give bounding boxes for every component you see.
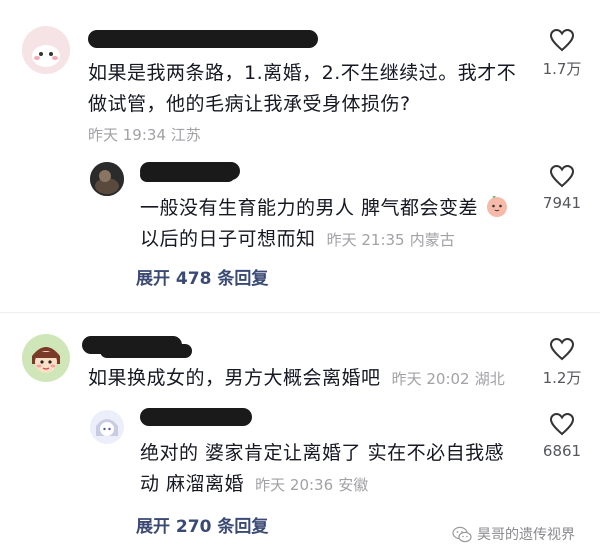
- reply-time: 昨天 21:35: [326, 231, 405, 249]
- reply-time: 昨天 20:36: [255, 476, 334, 494]
- comment-text: 做试管，他的毛病让我承受身体损伤?: [88, 93, 411, 115]
- comment-time: 昨天 19:34: [88, 126, 166, 144]
- divider: [0, 312, 600, 313]
- like-count: 7941: [542, 194, 582, 212]
- comment-line: 如果换成女的，男方大概会离婚吧 昨天 20:02 湖北: [88, 363, 505, 394]
- username-redacted[interactable]: [140, 408, 252, 426]
- username-redacted[interactable]: [140, 168, 235, 182]
- heart-icon: [549, 28, 575, 52]
- reply-text: 绝对的 婆家肯定让离婚了 实在不必自我感: [140, 442, 505, 464]
- reply-line2: 以后的日子可想而知 昨天 21:35 内蒙古: [140, 224, 455, 255]
- reply-location: 内蒙古: [409, 231, 455, 249]
- like-button[interactable]: 1.2万: [532, 337, 592, 388]
- reply-line2: 动 麻溜离婚 昨天 20:36 安徽: [140, 469, 368, 500]
- heart-icon: [549, 164, 575, 188]
- avatar[interactable]: [22, 26, 70, 74]
- reply-text: 以后的日子可想而知: [140, 228, 316, 250]
- expand-replies-button[interactable]: 展开 270 条回复: [136, 512, 268, 537]
- comment-text: 如果是我两条路，1.离婚，2.不生继续过。我才不: [88, 62, 517, 84]
- comment-text: 如果换成女的，男方大概会离婚吧: [88, 367, 381, 389]
- comment-meta: 昨天 19:34 江苏: [88, 124, 201, 145]
- reply-location: 安徽: [338, 476, 369, 494]
- comment-location: 江苏: [170, 126, 201, 144]
- like-button[interactable]: 1.7万: [532, 28, 592, 79]
- like-count: 6861: [542, 442, 582, 460]
- wechat-icon: [452, 526, 472, 542]
- like-count: 1.2万: [542, 369, 582, 387]
- avatar[interactable]: [90, 162, 124, 196]
- username-redacted[interactable]: [88, 30, 318, 48]
- like-button[interactable]: 6861: [532, 412, 592, 460]
- comment-time: 昨天 20:02: [391, 370, 470, 388]
- reply-text: 一般没有生育能力的男人 脾气都会变差: [140, 193, 509, 224]
- heart-icon: [549, 412, 575, 436]
- watermark-text: 昊哥的遗传视界: [477, 527, 575, 543]
- like-button[interactable]: 7941: [532, 164, 592, 212]
- username-redacted[interactable]: [100, 344, 192, 358]
- watermark: 昊哥的遗传视界: [452, 524, 575, 544]
- peach-emoji-icon: [486, 195, 507, 217]
- comment-location: 湖北: [474, 370, 505, 388]
- avatar[interactable]: [90, 410, 124, 444]
- reply-text: 动 麻溜离婚: [140, 473, 245, 495]
- like-count: 1.7万: [542, 60, 582, 78]
- avatar[interactable]: [22, 334, 70, 382]
- expand-replies-button[interactable]: 展开 478 条回复: [136, 264, 268, 289]
- heart-icon: [549, 337, 575, 361]
